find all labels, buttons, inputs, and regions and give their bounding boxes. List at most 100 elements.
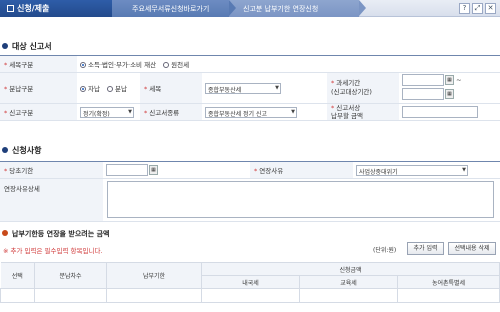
chevron-down-icon: ▼ — [128, 108, 132, 115]
home-tab[interactable]: 신청/제출 — [0, 0, 112, 17]
section-bullet-icon — [2, 230, 8, 236]
installment-radio-2[interactable] — [107, 86, 114, 92]
col-amount-group: 신청금액 — [201, 262, 500, 276]
breadcrumb-label-2: 신고분 납부기한 연장신청 — [243, 5, 319, 13]
table-row — [0, 288, 500, 303]
tax-period-sublabel: (신고대상기간) — [331, 88, 372, 96]
table-cell — [397, 288, 500, 303]
col-installment-no: 분납차수 — [34, 262, 107, 289]
section-title-text: 신청사항 — [12, 146, 42, 155]
tax-item-value: 종합부동산세 — [208, 86, 242, 94]
col-education-tax: 교육세 — [299, 275, 398, 289]
reason-detail-textarea[interactable] — [107, 181, 494, 218]
required-mark: * — [4, 61, 8, 69]
section-title-text: 대상 신고서 — [12, 42, 52, 51]
amount-sublabel: 납부할 금액 — [331, 112, 363, 120]
section-title-request: 신청사항 — [2, 145, 41, 156]
installment-radio-1[interactable] — [80, 86, 86, 92]
return-type-value: 정기(확정) — [83, 110, 110, 118]
tax-type-option-2-label: 원천세 — [171, 61, 190, 69]
required-note: ※ 추가 입력은 필수입력 항목입니다. — [3, 247, 103, 255]
breadcrumb-label-1: 주요세무서류신청바로가기 — [132, 5, 210, 13]
section-bullet-icon — [2, 147, 8, 153]
amount-label-cell: * 신고서상 납부할 금액 — [327, 103, 399, 121]
calendar-icon[interactable]: ▦ — [149, 165, 158, 175]
col-due: 납부기한 — [106, 262, 202, 289]
tax-period-start-input[interactable] — [402, 74, 444, 86]
required-mark: * — [4, 85, 8, 93]
section-bullet-icon — [2, 43, 8, 49]
col-select: 선택 — [0, 262, 35, 289]
return-kind-cell: 종합부동산세 정기 신고 ▼ — [202, 103, 327, 121]
due-date-cell: ▦ — [103, 161, 250, 179]
return-kind-select[interactable]: 종합부동산세 정기 신고 ▼ — [205, 106, 297, 118]
return-kind-label-cell: * 신고서종류 — [140, 103, 202, 121]
installment-option-1-label: 자납 — [88, 85, 100, 93]
return-type-select[interactable]: 정기(확정) ▼ — [80, 106, 134, 118]
add-input-button[interactable]: 추가 입력 — [407, 242, 444, 255]
section-title-target: 대상 신고서 — [2, 41, 52, 52]
required-mark: * — [144, 109, 148, 117]
tax-type-radio-1[interactable] — [80, 62, 86, 68]
home-label: 신청/제출 — [17, 4, 50, 13]
tax-type-radio-2[interactable] — [163, 62, 170, 68]
required-mark: * — [331, 79, 335, 87]
col-rural-tax: 농어촌특별세 — [397, 275, 500, 289]
breadcrumb-item-1[interactable]: 주요세무서류신청바로가기 — [112, 0, 236, 17]
reason-label-cell: * 연장사유 — [250, 161, 353, 179]
required-mark: * — [144, 85, 148, 93]
detail-label-cell: 연장사유상세 — [0, 178, 103, 222]
return-type-label: 신고구분 — [9, 109, 34, 117]
calendar-icon[interactable]: ▦ — [445, 75, 454, 85]
reason-label: 연장사유 — [259, 167, 284, 175]
amount-input[interactable] — [402, 106, 478, 118]
chevron-down-icon: ▼ — [462, 166, 466, 173]
table-cell — [299, 288, 398, 303]
section-title-text: 납부기한등 연장을 받으려는 금액 — [12, 230, 110, 238]
breadcrumb-arrow — [359, 0, 366, 16]
breadcrumb-arrow — [229, 0, 236, 16]
tax-period-end-input[interactable] — [402, 88, 444, 100]
help-icon[interactable]: ? — [459, 3, 470, 14]
tax-period-label: 과세기간 — [336, 79, 361, 87]
detail-label: 연장사유상세 — [4, 185, 40, 193]
reason-cell: 사업상중대위기 ▼ — [353, 161, 500, 179]
section-title-amount: 납부기한등 연장을 받으려는 금액 — [2, 229, 109, 239]
chevron-down-icon: ▼ — [275, 84, 279, 91]
reason-value: 사업상중대위기 — [359, 168, 398, 176]
tax-period-label-cell: * 과세기간 (신고대상기간) — [327, 72, 399, 104]
tax-type-label: 세목구분 — [9, 61, 34, 69]
delete-selected-button[interactable]: 선택내용 삭제 — [448, 242, 496, 255]
window-buttons: ? ⤢ ✕ — [457, 3, 496, 14]
chevron-down-icon: ▼ — [291, 108, 295, 115]
close-icon[interactable]: ✕ — [485, 3, 496, 14]
tax-item-cell: 종합부동산세 ▼ — [202, 72, 327, 104]
required-mark: * — [4, 167, 8, 175]
return-kind-value: 종합부동산세 정기 신고 — [208, 110, 268, 118]
calendar-icon[interactable]: ▦ — [445, 89, 454, 99]
due-date-label-cell: * 당초기한 — [0, 161, 103, 179]
tax-type-options: 소득·법인·부가·소비 재산 원천세 — [77, 55, 500, 73]
installment-option-2-label: 분납 — [115, 85, 128, 93]
due-date-label: 당초기한 — [9, 167, 34, 175]
target-form: * 세목구분 소득·법인·부가·소비 재산 원천세 * 분납구분 자납 분납 * 세목… — [0, 55, 500, 121]
amount-table: 선택 분납차수 납부기한 신청금액 내국세 교육세 농어촌특별세 — [0, 262, 500, 303]
tax-item-select[interactable]: 종합부동산세 ▼ — [205, 82, 281, 94]
reason-select[interactable]: 사업상중대위기 ▼ — [356, 164, 468, 176]
return-kind-label: 신고서종류 — [149, 109, 180, 117]
tax-type-option-1-label: 소득·법인·부가·소비 재산 — [88, 61, 157, 69]
required-mark: * — [4, 109, 8, 117]
table-cell — [0, 288, 35, 303]
top-navigation-bar: 신청/제출 주요세무서류신청바로가기 신고분 납부기한 연장신청 ? ⤢ ✕ — [0, 0, 500, 17]
required-mark: * — [331, 104, 335, 112]
table-cell — [106, 288, 202, 303]
tax-type-label-cell: * 세목구분 — [0, 55, 77, 73]
breadcrumb-item-2: 신고분 납부기한 연장신청 — [229, 0, 366, 17]
installment-label: 분납구분 — [9, 85, 34, 93]
table-cell — [34, 288, 107, 303]
home-icon — [7, 5, 14, 12]
unit-label: (단위:원) — [373, 247, 397, 254]
due-date-input[interactable] — [106, 164, 148, 176]
expand-icon[interactable]: ⤢ — [472, 3, 483, 14]
tax-period-tilde: ~ — [456, 76, 462, 84]
